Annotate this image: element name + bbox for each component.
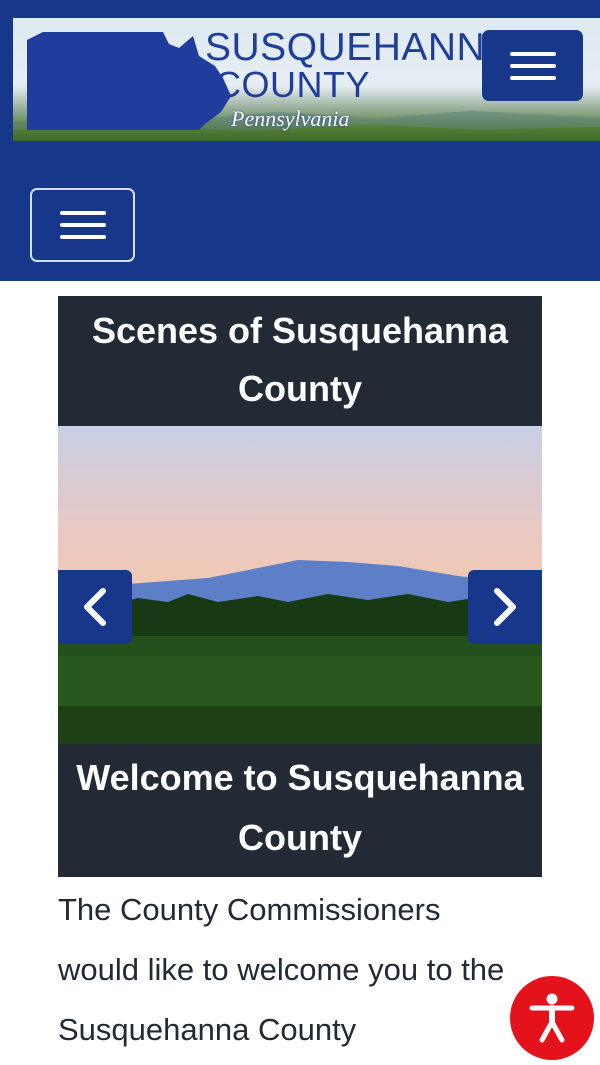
site-header: SUSQUEHANNA COUNTY Pennsylvania [0,0,600,281]
top-menu-toggle-button[interactable] [482,30,583,101]
main-menu-toggle-button[interactable] [30,188,135,262]
hamburger-icon [59,211,106,215]
chevron-right-icon [494,588,516,626]
accessibility-icon [529,993,575,1043]
scenes-carousel: Scenes of Susquehanna County Welcome to … [58,296,542,877]
accessibility-button[interactable] [510,976,594,1060]
carousel-caption: Welcome to Susquehanna County [58,744,542,877]
carousel-next-button[interactable] [468,570,542,644]
chevron-left-icon [84,588,106,626]
site-title-line3: Pennsylvania [231,106,350,131]
hamburger-icon [509,51,556,56]
intro-paragraph: The County Commissioners would like to w… [58,892,505,1047]
carousel-title: Scenes of Susquehanna County [58,296,542,426]
pennsylvania-map-logo [27,32,231,130]
carousel-previous-button[interactable] [58,570,132,644]
site-title-line2: COUNTY [215,64,370,105]
